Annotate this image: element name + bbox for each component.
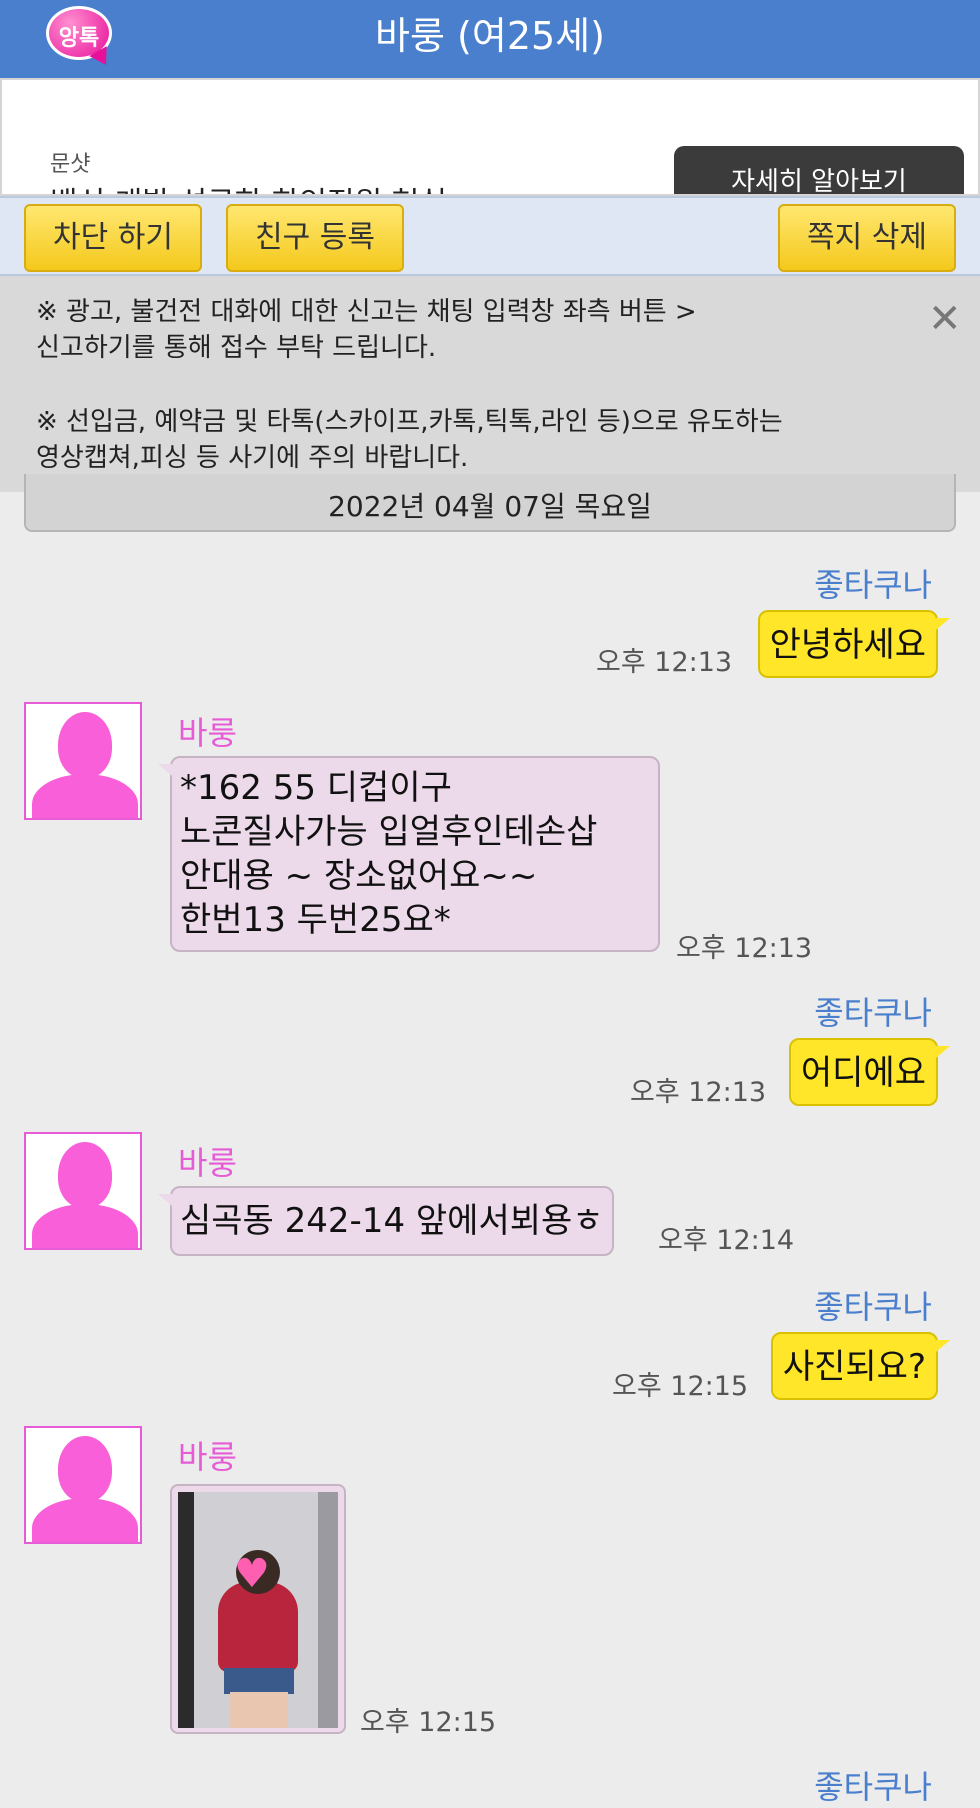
message-time: 오후 12:15 [360, 1707, 497, 1738]
photo-legs [230, 1692, 288, 1728]
message-line: 노콘질사가능 입얼후인테손삽 [180, 812, 598, 852]
ad-cta-button[interactable]: 자세히 알아보기 [674, 146, 964, 194]
avatar[interactable] [24, 702, 142, 820]
notice-line-1: ※ 광고, 불건전 대화에 대한 신고는 채팅 입력창 좌측 버튼 > [36, 297, 697, 327]
message-sender: 바룽 [178, 1438, 237, 1476]
delete-message-button[interactable]: 쪽지 삭제 [778, 204, 956, 272]
her-message-bubble[interactable]: *162 55 디컵이구 노콘질사가능 입얼후인테손삽 안대용 ~ 장소없어요~… [158, 756, 660, 952]
message-line: 한번13 두번25요* [180, 900, 451, 940]
notice-line-2: 신고하기를 통해 접수 부탁 드립니다. [36, 333, 437, 363]
date-separator: 2022년 04월 07일 목요일 [24, 474, 956, 532]
photo-shorts [224, 1668, 294, 1694]
block-button[interactable]: 차단 하기 [24, 204, 202, 272]
action-bar: 차단 하기 친구 등록 쪽지 삭제 [0, 196, 980, 276]
message-sender: 좋타쿠나 [814, 1768, 932, 1806]
photo-message[interactable]: ♥ [170, 1484, 346, 1734]
notice-line-4: 영상캡쳐,피싱 등 사기에 주의 바랍니다. [36, 443, 469, 473]
avatar[interactable] [24, 1426, 142, 1544]
message-sender: 바룽 [178, 714, 237, 752]
my-message-bubble[interactable]: 사진되요? [770, 1332, 951, 1400]
my-message-bubble[interactable]: 안녕하세요 [757, 610, 951, 678]
avatar-body [32, 774, 138, 818]
avatar-body [32, 1498, 138, 1542]
avatar-head [58, 1436, 112, 1502]
avatar-head [58, 712, 112, 778]
photo-image: ♥ [178, 1492, 338, 1728]
avatar-head [58, 1142, 112, 1208]
page-title: 바룽 (여25세) [375, 14, 605, 58]
message-sender: 바룽 [178, 1144, 237, 1182]
message-time: 오후 12:13 [630, 1077, 767, 1108]
warning-notice: ※ 광고, 불건전 대화에 대한 신고는 채팅 입력창 좌측 버튼 > 신고하기… [0, 276, 980, 492]
message-sender: 좋타쿠나 [814, 1288, 932, 1326]
my-message-bubble[interactable]: 어디에요 [788, 1038, 951, 1106]
message-time: 오후 12:13 [676, 933, 813, 964]
message-sender: 좋타쿠나 [814, 994, 932, 1032]
close-icon[interactable]: ✕ [928, 296, 962, 342]
heart-sticker-icon: ♥ [234, 1551, 270, 1597]
avatar-body [32, 1204, 138, 1248]
top-bar: 바룽 (여25세) 앙톡 [0, 0, 980, 78]
her-message-bubble[interactable]: 심곡동 242-14 앞에서뵈용ㅎ [158, 1186, 614, 1256]
ad-brand: 문샷 [50, 152, 91, 177]
message-time: 오후 12:13 [596, 647, 733, 678]
message-time: 오후 12:14 [658, 1225, 795, 1256]
notice-line-3: ※ 선입금, 예약금 및 타톡(스카이프,카톡,틱톡,라인 등)으로 유도하는 [36, 407, 783, 437]
app-logo[interactable]: 앙톡 [40, 4, 118, 70]
ad-headline: 백신 개발 성공한 한인직원 현실 [50, 178, 447, 194]
logo-text: 앙톡 [58, 26, 100, 51]
message-time: 오후 12:15 [612, 1371, 749, 1402]
ad-banner[interactable]: 문샷 백신 개발 성공한 한인직원 현실 자세히 알아보기 [0, 78, 980, 196]
add-friend-button[interactable]: 친구 등록 [226, 204, 404, 272]
message-line: *162 55 디컵이구 [180, 768, 452, 808]
avatar[interactable] [24, 1132, 142, 1250]
message-line: 안대용 ~ 장소없어요~~ [180, 856, 538, 896]
message-sender: 좋타쿠나 [814, 566, 932, 604]
